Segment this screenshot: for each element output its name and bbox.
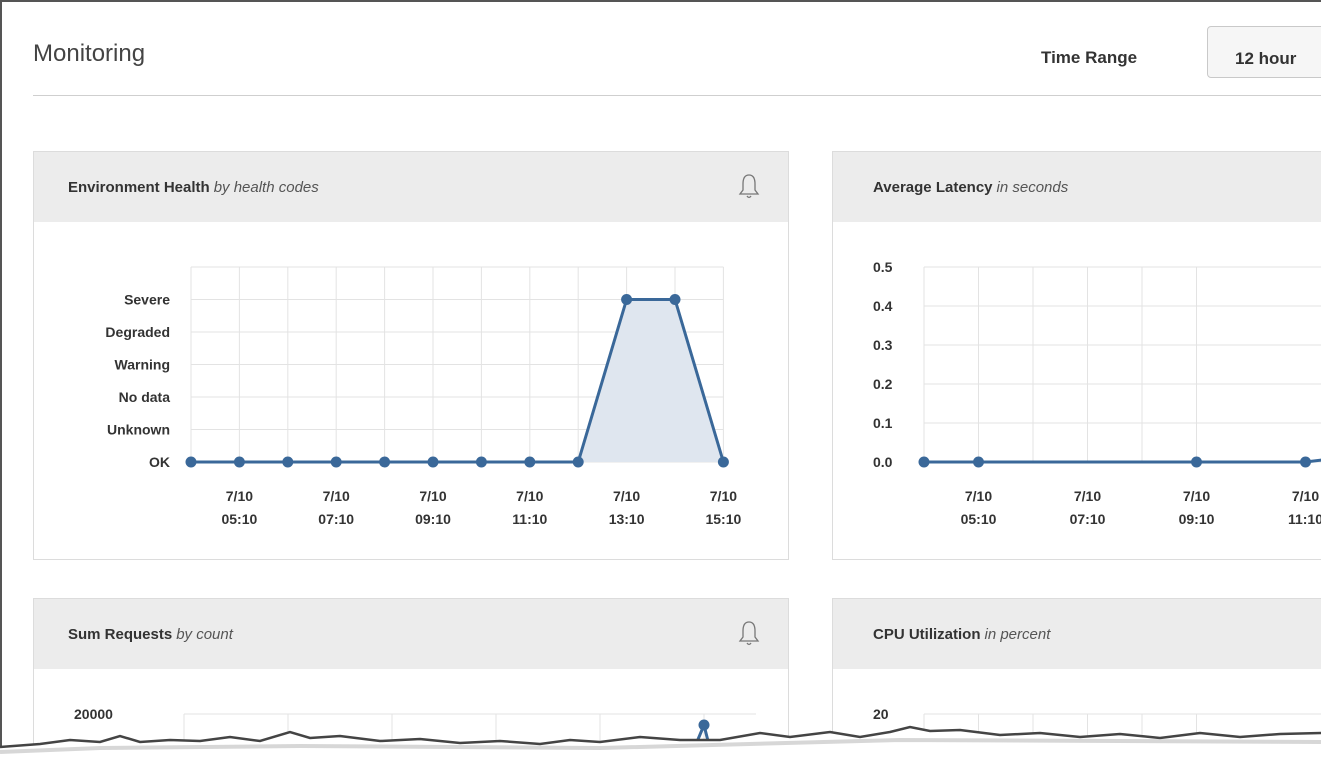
panel-title-subtitle: in seconds (996, 179, 1069, 196)
y-tick-label: No data (119, 389, 171, 405)
time-range-dropdown[interactable]: 12 hour (1207, 26, 1321, 78)
data-point (379, 456, 391, 468)
x-tick-label-date: 7/10 (516, 488, 543, 504)
data-point (427, 456, 439, 468)
x-tick-label-time: 11:10 (1288, 511, 1321, 527)
data-point (1300, 456, 1311, 468)
data-point (524, 456, 536, 468)
data-point (233, 456, 245, 468)
y-tick-label: 0.4 (873, 298, 893, 314)
x-tick-label-time: 05:10 (961, 511, 997, 527)
x-tick-label-time: 09:10 (415, 511, 451, 527)
data-point (475, 456, 487, 468)
x-tick-label-time: 05:10 (221, 511, 257, 527)
x-tick-label-time: 07:10 (318, 511, 354, 527)
average-latency-chart: 0.0 0.1 0.2 0.3 0.4 0.5 7/10 05:10 7/10 07:10 7/10… (873, 259, 1321, 527)
header-divider (33, 95, 1321, 96)
data-point (185, 456, 197, 468)
x-tick-label-time: 15:10 (705, 511, 741, 527)
panel-title-main: Environment Health (68, 179, 210, 196)
x-tick-label-date: 7/10 (226, 488, 253, 504)
data-point (669, 294, 681, 305)
x-tick-label-date: 7/10 (1074, 488, 1101, 504)
x-tick-label-date: 7/10 (1183, 488, 1210, 504)
panel-header: CPU Utilization in percent (833, 599, 1321, 669)
x-tick-label-date: 7/10 (419, 488, 446, 504)
data-point (918, 456, 930, 468)
x-tick-label-date: 7/10 (1292, 488, 1319, 504)
panel-title-subtitle: by health codes (213, 179, 319, 196)
data-point (1191, 456, 1202, 468)
bell-icon[interactable] (738, 619, 760, 647)
data-point (572, 456, 584, 468)
y-tick-label: 0.2 (873, 376, 893, 392)
panel-title: Average Latency in seconds (873, 179, 1068, 196)
y-tick-label: Degraded (105, 324, 170, 340)
panel-header: Average Latency in seconds (833, 152, 1321, 222)
panel-title-main: Sum Requests (68, 626, 173, 643)
panel-title: CPU Utilization in percent (873, 626, 1050, 643)
panel-title: Sum Requests by count (68, 626, 233, 643)
data-point (330, 456, 342, 468)
y-tick-label: Severe (124, 292, 170, 308)
x-tick-label-time: 11:10 (512, 511, 547, 527)
x-tick-label-time: 07:10 (1070, 511, 1106, 527)
y-tick-label: 0.3 (873, 337, 893, 353)
y-tick-label: 0.0 (873, 454, 893, 470)
panel-title-main: CPU Utilization (873, 626, 981, 643)
panel-average-latency: Average Latency in seconds 0.0 0.1 0.2 0.3 0.… (832, 151, 1321, 560)
data-point (282, 456, 294, 468)
panel-title-subtitle: by count (176, 626, 233, 643)
page-header: Monitoring Time Range 12 hour (33, 0, 1321, 96)
panel-environment-health: Environment Health by health codes OK Unkn… (33, 151, 789, 560)
y-tick-label: 0.1 (873, 415, 893, 431)
x-tick-label-date: 7/10 (613, 488, 640, 504)
y-tick-label: Warning (115, 357, 170, 373)
y-tick-label: 0.5 (873, 259, 893, 275)
environment-health-chart: OK Unknown No data Warning Degraded Severe 7/1… (105, 266, 742, 527)
x-tick-label-time: 13:10 (609, 511, 645, 527)
x-tick-label-date: 7/10 (965, 488, 992, 504)
page-title: Monitoring (33, 40, 146, 67)
data-point (621, 294, 633, 305)
panel-title-subtitle: in percent (984, 626, 1051, 643)
panel-header: Sum Requests by count (34, 599, 788, 669)
panel-title-main: Average Latency (873, 179, 993, 196)
y-tick-label: OK (149, 454, 170, 470)
panel-title: Environment Health by health codes (68, 179, 319, 196)
data-point (717, 456, 729, 468)
torn-edge-decoration (0, 725, 1321, 760)
series-area (191, 299, 724, 462)
bell-icon[interactable] (738, 172, 760, 200)
y-tick-label: Unknown (107, 422, 170, 438)
x-tick-label-date: 7/10 (323, 488, 350, 504)
x-tick-label-time: 09:10 (1179, 511, 1215, 527)
panel-header: Environment Health by health codes (34, 152, 788, 222)
x-tick-label-date: 7/10 (710, 488, 737, 504)
data-point (973, 456, 984, 468)
time-range-label: Time Range (1041, 48, 1138, 67)
